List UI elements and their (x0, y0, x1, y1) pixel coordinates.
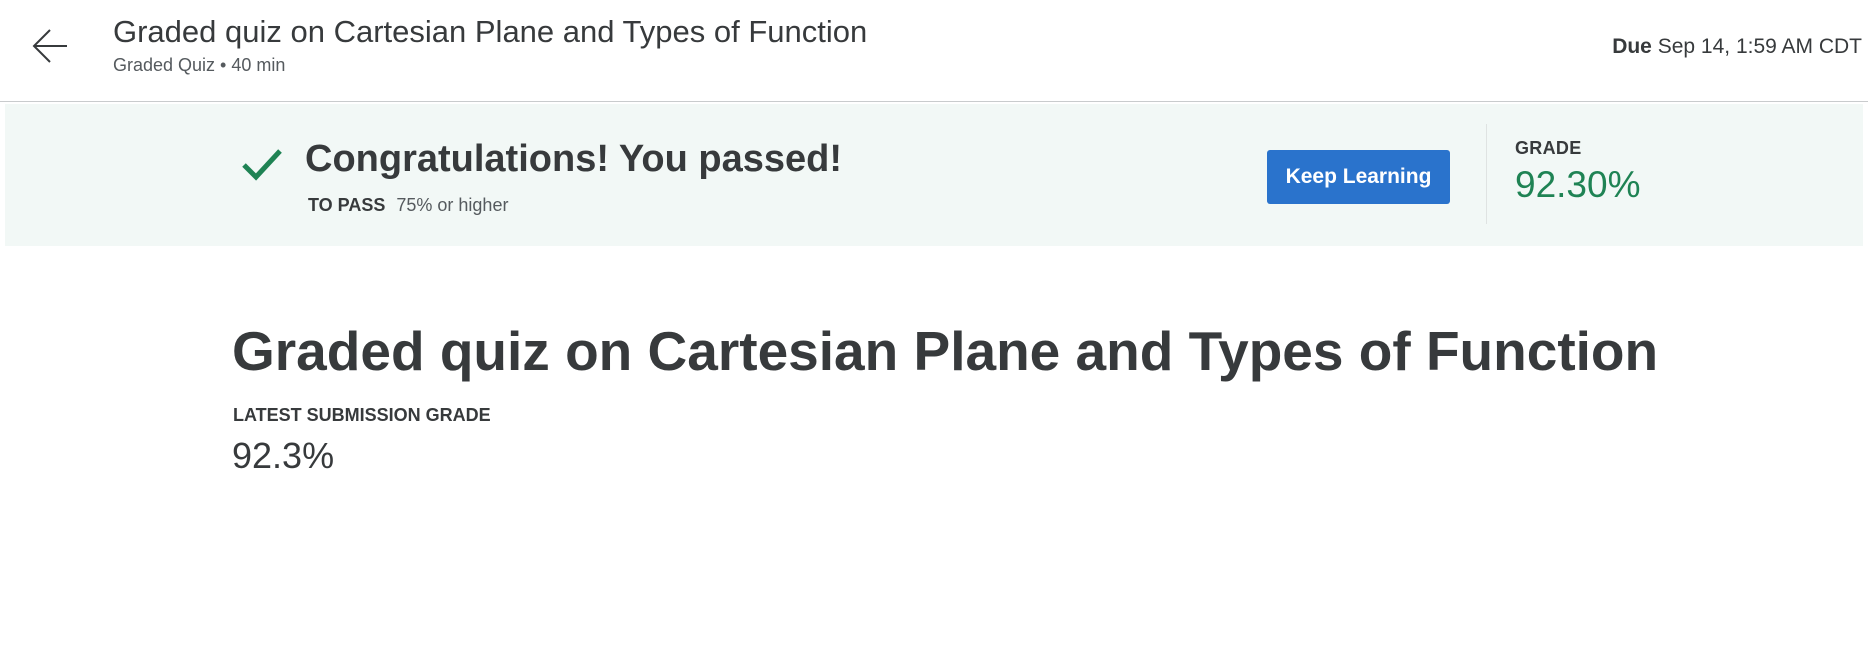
divider (1486, 124, 1487, 224)
page-header: Graded quiz on Cartesian Plane and Types… (0, 0, 1868, 102)
check-icon (242, 149, 282, 181)
page-title: Graded quiz on Cartesian Plane and Types… (232, 320, 1659, 382)
due-date: Due Sep 14, 1:59 AM CDT (1612, 32, 1862, 62)
header-subtitle: Graded Quiz • 40 min (113, 55, 286, 75)
due-value: Sep 14, 1:59 AM CDT (1657, 35, 1862, 58)
grade-value: 92.30% (1515, 164, 1641, 205)
header-title: Graded quiz on Cartesian Plane and Types… (113, 14, 868, 49)
latest-submission-label: LATEST SUBMISSION GRADE (233, 405, 491, 425)
pass-value: 75% or higher (396, 195, 509, 215)
back-button[interactable] (28, 24, 72, 68)
due-label: Due (1612, 35, 1652, 58)
pass-label: TO PASS (308, 195, 386, 215)
banner-title: Congratulations! You passed! (305, 138, 842, 180)
grade-label: GRADE (1515, 138, 1582, 158)
keep-learning-button[interactable]: Keep Learning (1267, 150, 1450, 204)
latest-submission-grade: 92.3% (232, 435, 335, 476)
pass-requirement: TO PASS 75% or higher (308, 192, 508, 218)
pass-banner: Congratulations! You passed! TO PASS 75%… (5, 104, 1863, 246)
arrow-left-icon (32, 29, 67, 63)
